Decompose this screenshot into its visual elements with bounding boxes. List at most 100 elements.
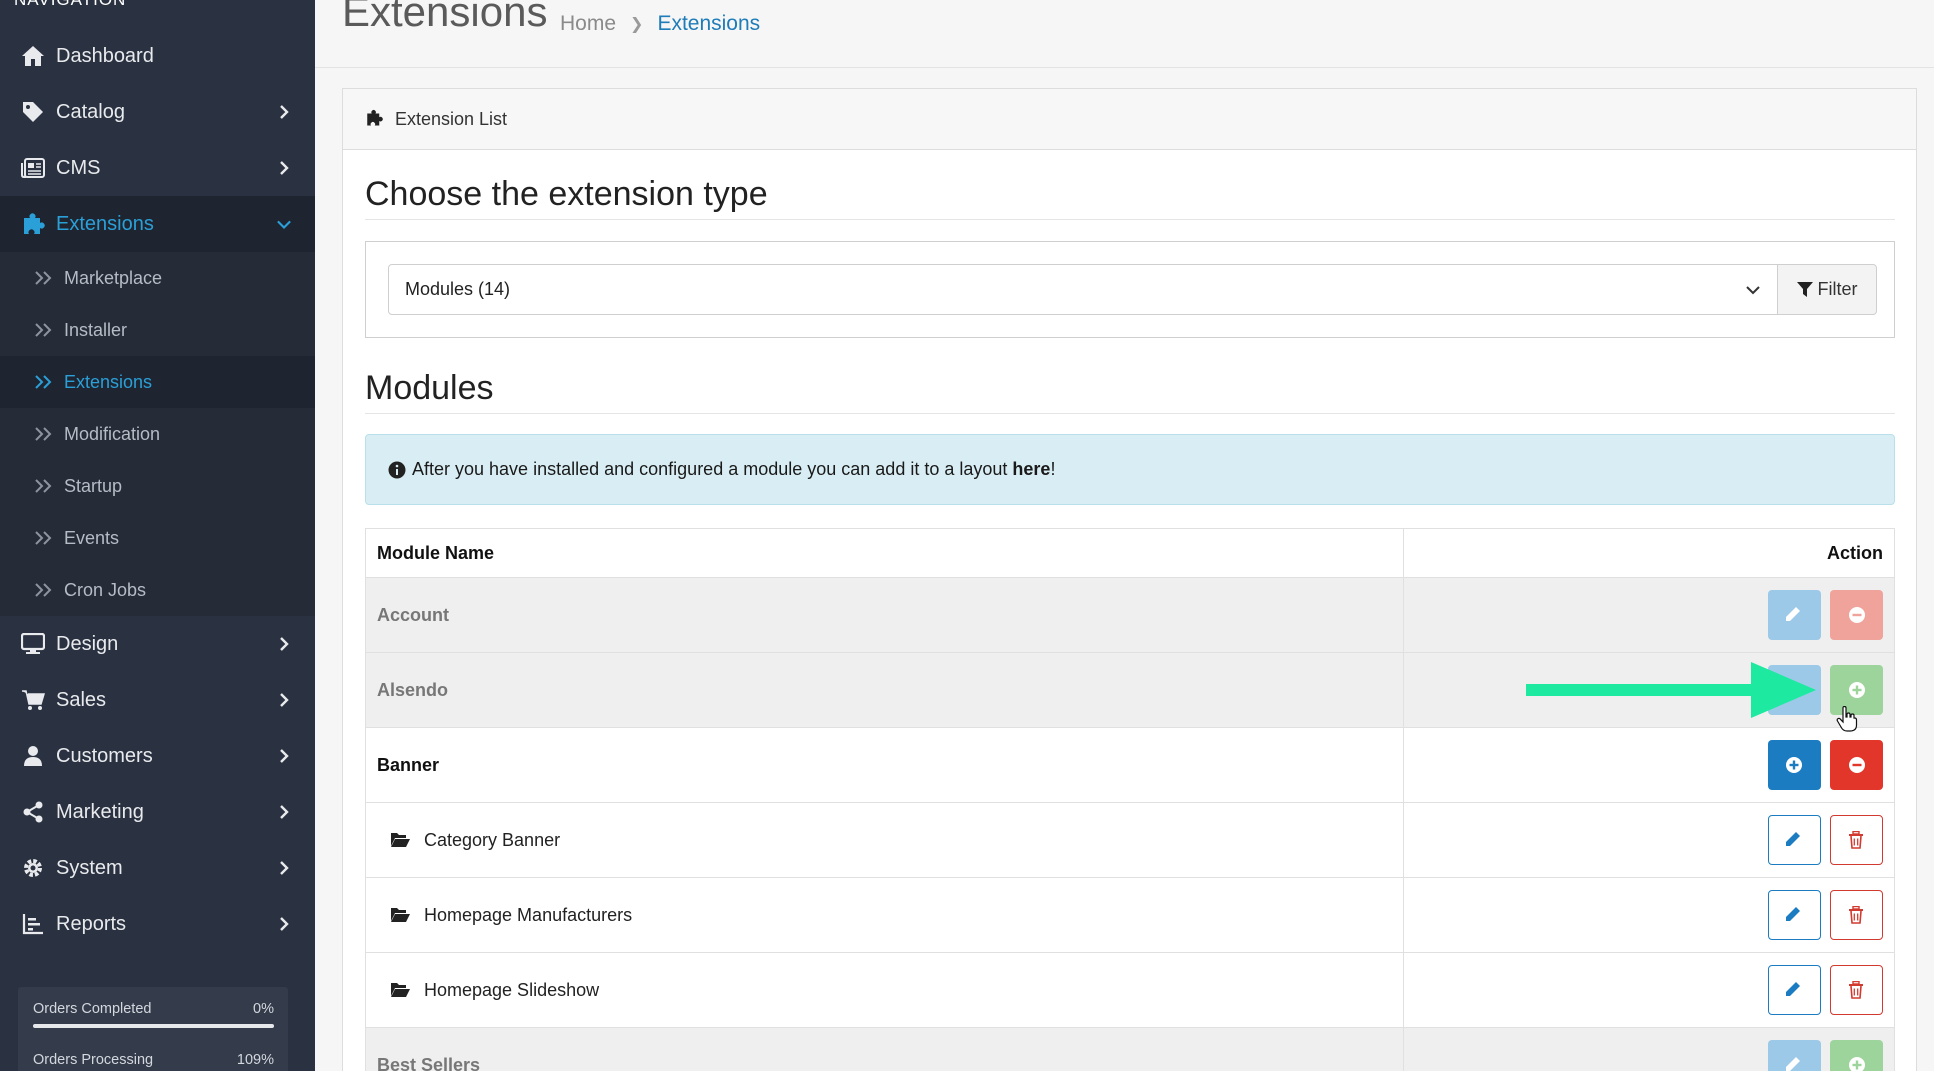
- chevron-right-icon: [277, 637, 291, 651]
- uninstall-button[interactable]: [1830, 590, 1883, 640]
- breadcrumb-separator-icon: ❯: [630, 16, 644, 33]
- monitor-icon: [20, 631, 46, 657]
- breadcrumb-home-link[interactable]: Home: [560, 12, 616, 36]
- edit-button[interactable]: [1767, 815, 1821, 865]
- order-stats-panel: Orders Completed 0% Orders Processing 10…: [18, 987, 288, 1071]
- double-chevron-right-icon: [34, 427, 54, 441]
- alert-text: After you have installed and configured …: [412, 459, 1008, 479]
- extension-list-card: Extension List Choose the extension type…: [342, 88, 1917, 1071]
- submenu-item-installer[interactable]: Installer: [0, 304, 315, 356]
- newspaper-icon: [20, 155, 46, 181]
- chevron-right-icon: [277, 749, 291, 763]
- edit-button[interactable]: [1767, 590, 1821, 640]
- chevron-right-icon: [277, 105, 291, 119]
- module-name-cell: Homepage Manufacturers: [365, 877, 1404, 953]
- info-circle-icon: [388, 461, 406, 479]
- modules-title: Modules: [365, 369, 494, 407]
- sidebar-item-marketing[interactable]: Marketing: [0, 784, 315, 840]
- sidebar-item-cms[interactable]: CMS: [0, 140, 315, 196]
- submenu-item-cron-jobs[interactable]: Cron Jobs: [0, 564, 315, 616]
- sidebar-item-extensions[interactable]: Extensions: [0, 196, 315, 252]
- minus-circle-icon: [1848, 606, 1866, 624]
- double-chevron-right-icon: [34, 583, 54, 597]
- row-actions: [1403, 877, 1895, 953]
- card-header: Extension List: [343, 89, 1916, 150]
- delete-button[interactable]: [1830, 965, 1883, 1015]
- card-title: Extension List: [395, 108, 508, 129]
- row-actions: [1403, 802, 1895, 878]
- submenu-item-marketplace[interactable]: Marketplace: [0, 252, 315, 304]
- table-row: Best Sellers: [365, 1027, 1895, 1071]
- row-actions: [1403, 727, 1895, 803]
- edit-button[interactable]: [1767, 890, 1821, 940]
- stat-value: 0%: [253, 1001, 274, 1017]
- plus-circle-icon: [1848, 681, 1866, 699]
- install-button[interactable]: [1830, 665, 1883, 715]
- sidebar-item-dashboard[interactable]: Dashboard: [0, 28, 315, 84]
- sidebar-item-reports[interactable]: Reports: [0, 896, 315, 952]
- sidebar-item-sales[interactable]: Sales: [0, 672, 315, 728]
- chevron-right-icon: [277, 161, 291, 175]
- divider: [365, 219, 1895, 220]
- double-chevron-right-icon: [34, 479, 54, 493]
- delete-button[interactable]: [1830, 815, 1883, 865]
- submenu-item-extensions[interactable]: Extensions: [0, 356, 315, 408]
- tag-icon: [20, 99, 46, 125]
- table-row: Category Banner: [365, 802, 1895, 878]
- sidebar-item-label: CMS: [56, 156, 101, 179]
- sidebar-item-label: Dashboard: [56, 44, 154, 67]
- install-button[interactable]: [1830, 1040, 1883, 1071]
- nav-header-label: NAVIGATION: [14, 0, 126, 10]
- row-actions: [1403, 577, 1895, 653]
- chevron-right-icon: [277, 861, 291, 875]
- minus-circle-icon: [1848, 756, 1866, 774]
- uninstall-button[interactable]: [1830, 740, 1883, 790]
- sidebar-item-system[interactable]: System: [0, 840, 315, 896]
- edit-button[interactable]: [1767, 665, 1821, 715]
- sidebar-item-customers[interactable]: Customers: [0, 728, 315, 784]
- sidebar-item-label: Customers: [56, 744, 153, 767]
- trash-icon: [1848, 906, 1866, 924]
- edit-button[interactable]: [1767, 965, 1821, 1015]
- choose-type-title: Choose the extension type: [365, 175, 768, 213]
- breadcrumb-extensions-link[interactable]: Extensions: [657, 12, 760, 36]
- module-name: Category Banner: [424, 829, 561, 850]
- submenu-item-label: Startup: [64, 475, 123, 496]
- submenu-item-events[interactable]: Events: [0, 512, 315, 564]
- module-name-cell: Category Banner: [365, 802, 1404, 878]
- edit-button[interactable]: [1767, 1040, 1821, 1071]
- sidebar-item-design[interactable]: Design: [0, 616, 315, 672]
- submenu-item-label: Installer: [64, 319, 128, 340]
- module-name-cell: Homepage Slideshow: [365, 952, 1404, 1028]
- submenu-item-startup[interactable]: Startup: [0, 460, 315, 512]
- double-chevron-right-icon: [34, 375, 54, 389]
- module-name: Alsendo: [365, 652, 1404, 728]
- folder-open-icon: [390, 906, 410, 923]
- chevron-down-icon: [1745, 282, 1761, 298]
- module-name: Homepage Manufacturers: [424, 904, 633, 925]
- extensions-submenu: Marketplace Installer Extensions Modific…: [0, 252, 315, 616]
- add-module-button[interactable]: [1767, 740, 1821, 790]
- table-row: Alsendo: [365, 652, 1895, 728]
- pencil-icon: [1785, 681, 1803, 699]
- extension-type-select[interactable]: Modules (14): [388, 264, 1778, 315]
- select-value: Modules (14): [405, 279, 511, 299]
- table-header-row: Module Name Action: [365, 528, 1895, 578]
- submenu-item-modification[interactable]: Modification: [0, 408, 315, 460]
- delete-button[interactable]: [1830, 890, 1883, 940]
- breadcrumb: Home ❯ Extensions: [560, 12, 760, 36]
- folder-open-icon: [390, 981, 410, 998]
- pencil-icon: [1785, 606, 1803, 624]
- bar-chart-icon: [20, 911, 46, 937]
- trash-icon: [1848, 831, 1866, 849]
- alert-here-link[interactable]: here: [1012, 459, 1050, 480]
- pencil-icon: [1785, 831, 1803, 849]
- double-chevron-right-icon: [34, 531, 54, 545]
- filter-button[interactable]: Filter: [1777, 264, 1877, 315]
- filter-icon: [1796, 281, 1813, 298]
- sidebar-item-catalog[interactable]: Catalog: [0, 84, 315, 140]
- cart-icon: [20, 687, 46, 713]
- modules-table: Module Name Action Account Alsendo Banne…: [365, 528, 1895, 1071]
- table-row: Account: [365, 577, 1895, 653]
- table-row: Homepage Slideshow: [365, 952, 1895, 1028]
